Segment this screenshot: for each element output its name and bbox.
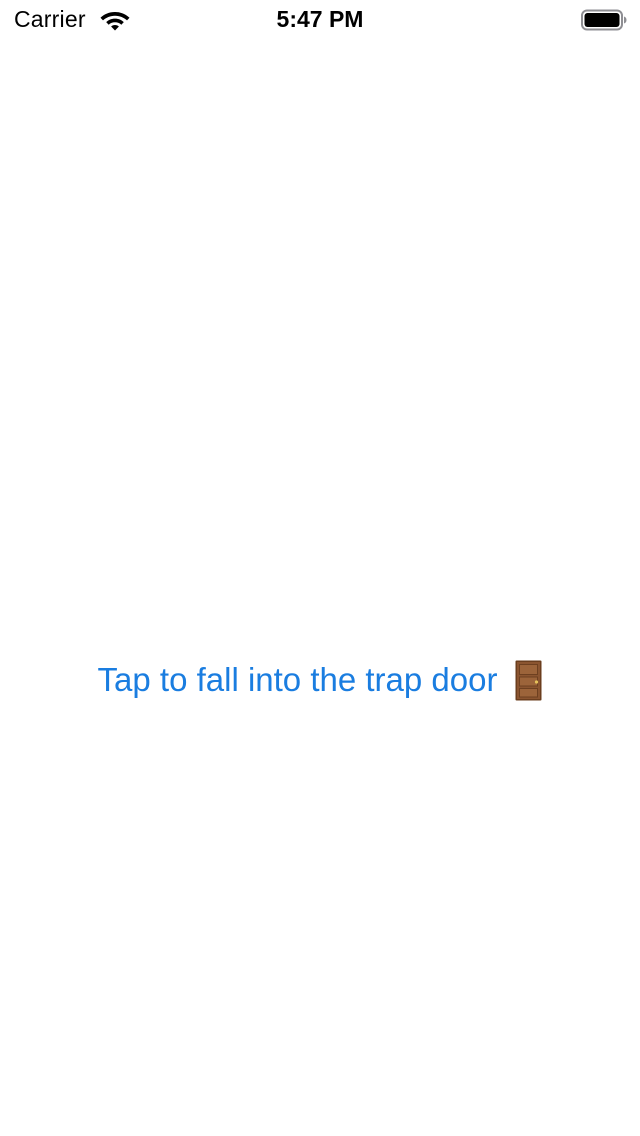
trap-door-button-label: Tap to fall into the trap door	[97, 661, 498, 698]
trap-door-button[interactable]: Tap to fall into the trap door	[0, 656, 640, 704]
status-time: 5:47 PM	[276, 6, 364, 32]
battery-full-icon	[581, 9, 627, 31]
door-icon	[515, 660, 542, 700]
app-screen: Carrier 5:47 PM Tap to fall into the tra…	[0, 0, 640, 1136]
status-bar: Carrier 5:47 PM	[0, 0, 640, 40]
